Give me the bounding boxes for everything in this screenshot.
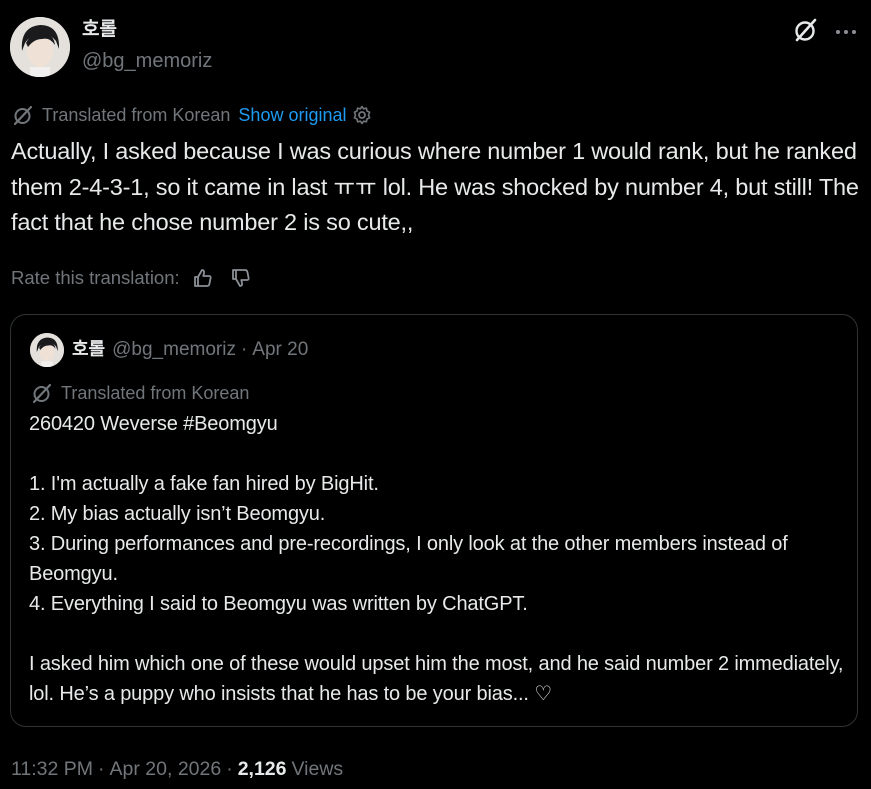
translation-label: Translated from Korean	[42, 105, 231, 125]
quote-line: I asked him which one of these would ups…	[29, 653, 844, 705]
quote-line: 3. During performances and pre-recording…	[29, 533, 788, 585]
tweet-date[interactable]: Apr 20, 2026	[110, 756, 222, 782]
quote-header: 호롤 @bg_memoriz · Apr 20	[72, 336, 308, 364]
tweet-time[interactable]: 11:32 PM	[11, 756, 93, 782]
translation-row: Translated from Korean Show original	[12, 103, 372, 127]
quote-line: 260420 Weverse #Beomgyu	[29, 413, 278, 435]
quote-line: 1. I'm actually a fake fan hired by BigH…	[29, 473, 379, 495]
views-count: 2,126	[237, 758, 287, 780]
more-options-button[interactable]	[828, 17, 864, 47]
quote-author-avatar	[30, 333, 64, 367]
quoted-tweet-card[interactable]: 호롤 @bg_memoriz · Apr 20 Translated from …	[10, 314, 858, 727]
quote-line-gap	[29, 439, 849, 469]
author-display-name[interactable]: 호롤	[82, 16, 117, 42]
quote-separator: ·	[240, 339, 248, 360]
quote-line: 4. Everything I said to Beomgyu was writ…	[29, 593, 528, 615]
quote-translation-label: Translated from Korean	[61, 383, 250, 403]
rate-translation-label: Rate this translation:	[11, 267, 180, 288]
meta-separator: ·	[226, 758, 233, 780]
views-label: Views	[291, 758, 344, 780]
quote-translation-row: Translated from Korean	[31, 381, 249, 405]
tweet-text: Actually, I asked because I was curious …	[11, 138, 859, 235]
quote-line: 2. My bias actually isn’t Beomgyu.	[29, 503, 326, 525]
quote-line-gap	[29, 619, 849, 649]
show-original-link[interactable]: Show original	[238, 103, 346, 127]
meta-separator: ·	[98, 758, 105, 780]
grok-slash-icon	[793, 17, 819, 48]
quote-display-name: 호롤	[72, 339, 106, 360]
translate-slash-icon	[12, 104, 34, 126]
thumbs-up-icon[interactable]	[192, 267, 214, 289]
quote-date: Apr 20	[252, 339, 309, 360]
author-avatar[interactable]	[10, 17, 70, 77]
more-dots-icon	[834, 23, 858, 41]
translate-slash-icon	[31, 382, 53, 404]
thumbs-down-icon[interactable]	[230, 267, 252, 289]
tweet-meta: 11:32 PM · Apr 20, 2026 · 2,126 Views	[11, 756, 343, 782]
grok-button[interactable]	[791, 17, 821, 47]
rate-translation-row: Rate this translation:	[11, 265, 252, 291]
gear-icon[interactable]	[352, 105, 372, 125]
quote-handle: @bg_memoriz	[112, 339, 236, 360]
quote-text: 260420 Weverse #Beomgyu 1. I'm actually …	[29, 409, 849, 709]
author-handle[interactable]: @bg_memoriz	[82, 48, 212, 74]
